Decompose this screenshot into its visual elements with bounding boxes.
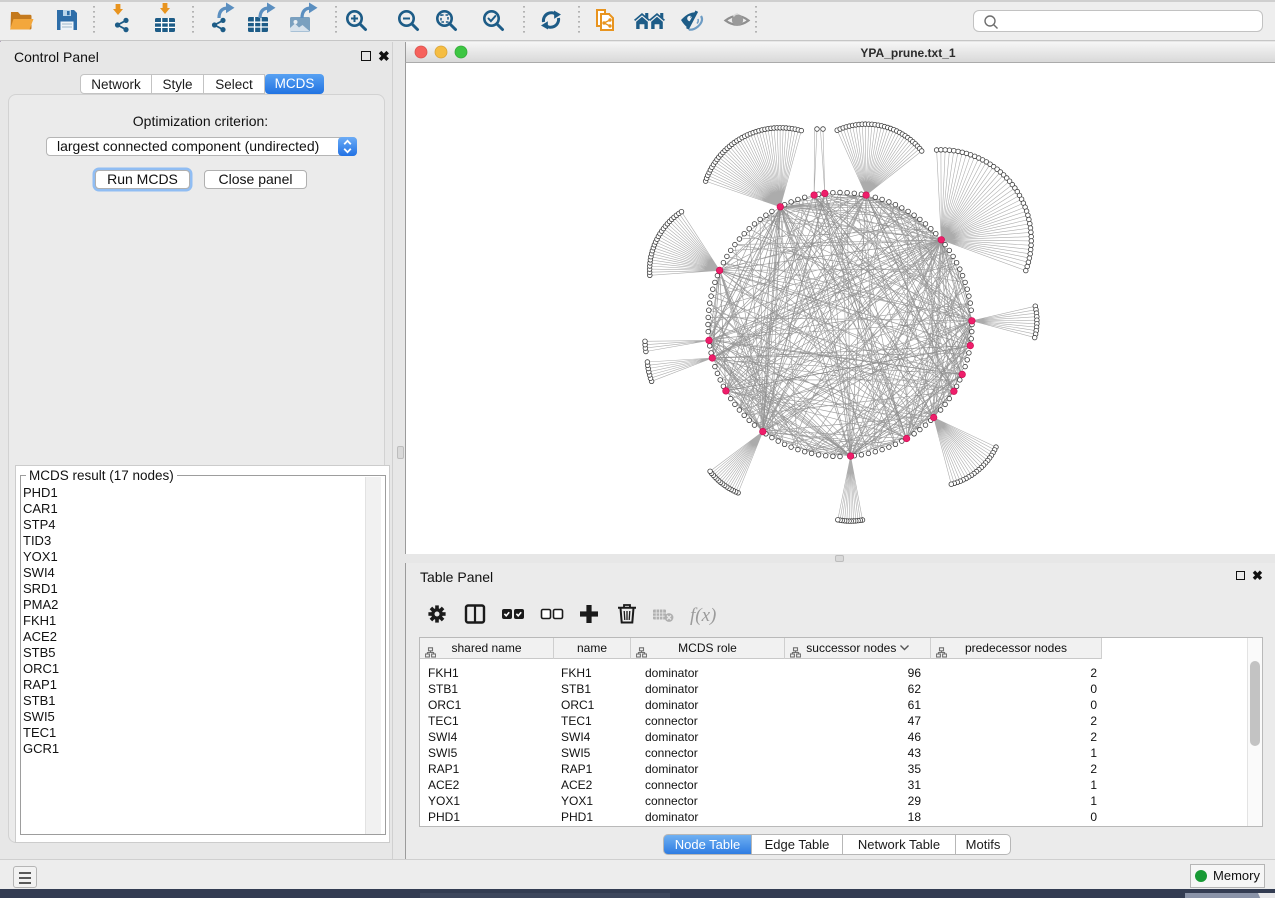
svg-text:f(x): f(x) xyxy=(690,605,716,626)
